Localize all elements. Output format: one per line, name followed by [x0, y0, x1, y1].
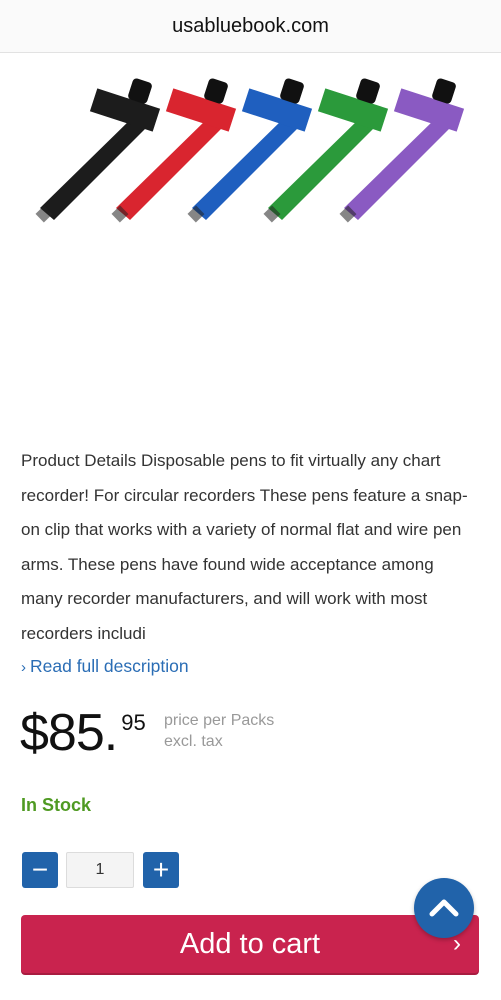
add-to-cart-label: Add to cart	[179, 927, 321, 960]
quantity-increase-button[interactable]: +	[143, 852, 179, 888]
product-description: Product Details Disposable pens to fit v…	[21, 451, 468, 643]
price-dollars: $85.	[20, 704, 118, 762]
price: $85. 95	[20, 700, 146, 766]
quantity-decrease-button[interactable]: −	[22, 852, 58, 888]
add-to-cart-button[interactable]: Add to cart ›	[21, 915, 479, 973]
price-tax-note: excl. tax	[164, 733, 223, 750]
read-more-label: Read full description	[30, 656, 189, 676]
stock-status: In Stock	[21, 795, 92, 815]
scroll-to-top-button[interactable]	[414, 878, 474, 938]
price-meta: price per Packs excl. tax	[164, 710, 274, 752]
chevron-right-icon: ›	[21, 659, 26, 676]
quantity-input[interactable]	[66, 852, 134, 888]
read-full-description-link[interactable]: › Read full description	[21, 656, 189, 677]
url-text: usabluebook.com	[172, 14, 329, 37]
chevron-up-icon	[429, 899, 459, 917]
price-unit: price per Packs	[164, 712, 275, 729]
price-cents: 95	[121, 710, 146, 735]
browser-url-bar[interactable]: usabluebook.com	[0, 0, 501, 53]
product-image[interactable]	[0, 60, 501, 260]
